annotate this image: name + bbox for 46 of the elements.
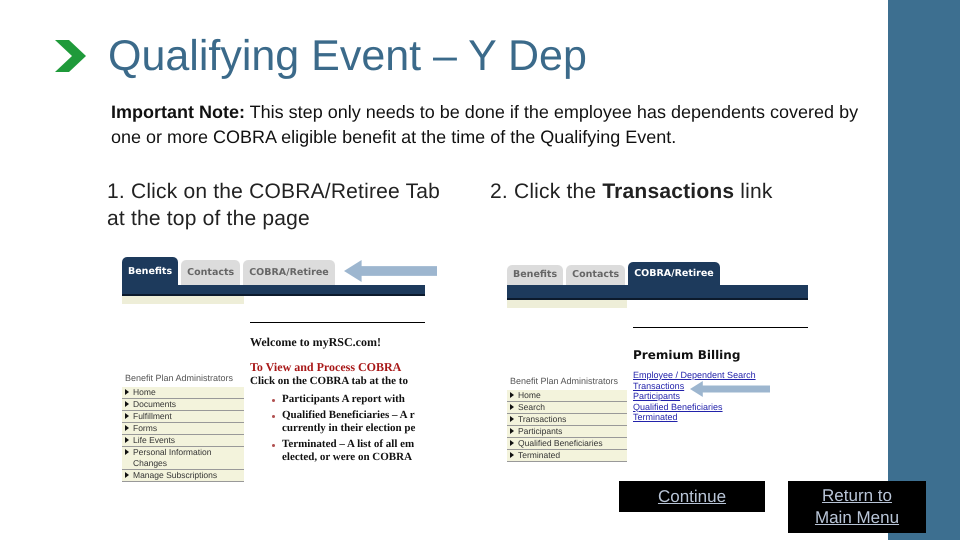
bullet-text: Participants A report with bbox=[282, 393, 405, 406]
triangle-icon bbox=[125, 472, 129, 478]
bullet-dot bbox=[272, 399, 275, 402]
page-link[interactable]: Qualified Beneficiaries bbox=[633, 402, 723, 412]
sidebar-menu-item[interactable]: Forms bbox=[122, 423, 244, 435]
welcome-heading: Welcome to myRSC.com! bbox=[250, 335, 382, 350]
section-heading: Premium Billing bbox=[633, 348, 742, 362]
bullet-dot bbox=[272, 414, 275, 418]
slide-title: Qualifying Event – Y Dep bbox=[108, 32, 587, 80]
sidebar-menu-item[interactable]: Manage Subscriptions bbox=[122, 470, 244, 482]
sidebar-menu-item[interactable]: Personal Information Changes bbox=[122, 447, 244, 470]
page-link[interactable]: Employee / Dependent Search bbox=[633, 370, 756, 380]
bullet-text: Terminated – A list of all em elected, or were on COBRA bbox=[282, 438, 414, 464]
sidebar-title: Benefit Plan Administrators bbox=[509, 376, 620, 388]
step-text: 2. Click the Transactions link bbox=[490, 179, 774, 205]
sidebar-menu-item[interactable]: Search bbox=[507, 402, 627, 414]
sidebar-menu-item[interactable]: Home bbox=[507, 390, 627, 402]
intro-text: Click on the COBRA tab at the to bbox=[250, 375, 409, 387]
sidebar-menu-item[interactable]: Terminated bbox=[507, 450, 627, 462]
continue-button[interactable]: Continue bbox=[619, 481, 765, 512]
page-tab[interactable]: COBRA/Retiree bbox=[628, 262, 720, 285]
sidebar-menu-item[interactable]: Participants bbox=[507, 426, 627, 438]
sidebar-menu-item[interactable]: Transactions bbox=[507, 414, 627, 426]
page-link[interactable]: Terminated bbox=[633, 412, 678, 422]
step-text: 1. Click on the COBRA/Retiree Tab at the top of the page bbox=[107, 179, 442, 232]
page-link[interactable]: Transactions bbox=[633, 380, 684, 391]
pointer-arrow-icon bbox=[344, 260, 437, 282]
sidebar-menu-item[interactable]: Qualified Beneficiaries bbox=[507, 438, 627, 450]
bullet-dot bbox=[272, 444, 275, 446]
main-menu-button[interactable]: Return to Main Menu bbox=[788, 481, 926, 533]
chevron-icon bbox=[55, 40, 86, 72]
sidebar-menu-item[interactable]: Life Events bbox=[122, 435, 244, 447]
sidebar-menu-item[interactable]: Documents bbox=[122, 399, 244, 411]
page-tab[interactable]: Benefits bbox=[507, 264, 564, 285]
page-tab[interactable]: Benefits bbox=[122, 257, 178, 285]
page-tab[interactable]: COBRA/Retiree bbox=[243, 260, 335, 285]
note-text: Important Note: This step only needs to be done if the employee has dependents covered by one or more COBRA eligible benefit at the time of the Qualifying Event. bbox=[111, 101, 860, 149]
sidebar-menu-item[interactable]: Fulfillment bbox=[122, 411, 244, 423]
page-tab[interactable]: Contacts bbox=[181, 260, 240, 285]
bullet-text: Qualified Beneficiaries – A r currently in their election pe bbox=[282, 408, 416, 436]
page-tab[interactable]: Contacts bbox=[566, 264, 626, 285]
sidebar-title: Benefit Plan Administrators bbox=[124, 373, 234, 385]
pointer-arrow-icon bbox=[690, 381, 770, 397]
page-link[interactable]: Participants bbox=[633, 391, 680, 402]
sidebar-menu-item[interactable]: Home bbox=[122, 387, 244, 399]
section-heading: To View and Process COBRA bbox=[250, 360, 402, 375]
